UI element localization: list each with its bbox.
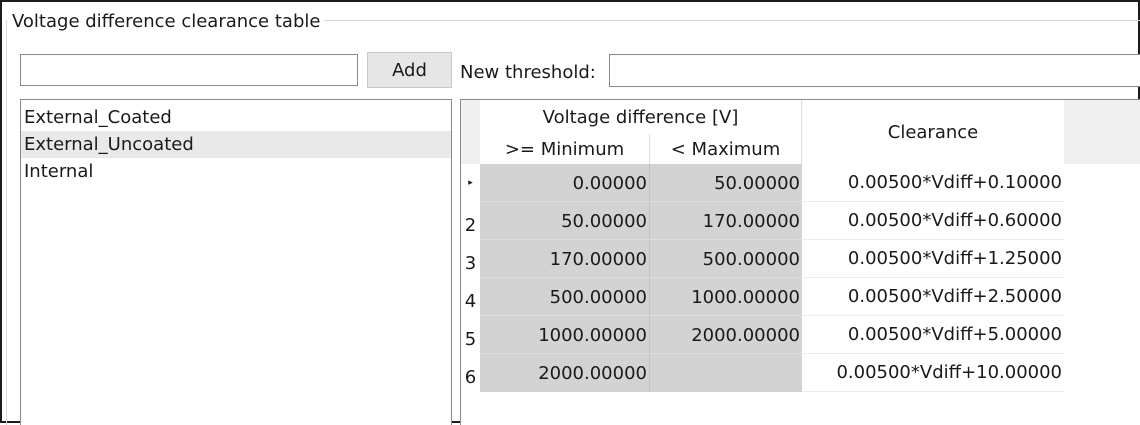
maximum-cell[interactable]: 2000.00000: [650, 316, 802, 354]
current-row-arrow-icon[interactable]: ▸: [461, 164, 480, 202]
clearance-cell[interactable]: 0.00500*Vdiff+10.00000: [802, 354, 1064, 392]
new-threshold-input[interactable]: [609, 54, 1140, 87]
clearance-grid[interactable]: Voltage difference [V] >= Minimum < Maxi…: [460, 99, 1140, 425]
clearance-cell[interactable]: 0.00500*Vdiff+0.60000: [802, 202, 1064, 240]
table-row[interactable]: 3 170.00000 500.00000 0.00500*Vdiff+1.25…: [461, 240, 1064, 278]
table-row[interactable]: 5 1000.00000 2000.00000 0.00500*Vdiff+5.…: [461, 316, 1064, 354]
maximum-cell[interactable]: 500.00000: [650, 240, 802, 278]
row-header[interactable]: 5: [461, 316, 480, 354]
new-category-input[interactable]: [20, 54, 358, 86]
grid-corner-header: [461, 100, 480, 164]
group-border-left: [6, 20, 7, 425]
clearance-cell[interactable]: 0.00500*Vdiff+5.00000: [802, 316, 1064, 354]
add-button[interactable]: Add: [367, 52, 452, 88]
column-header-maximum[interactable]: < Maximum: [650, 134, 802, 164]
column-header-minimum[interactable]: >= Minimum: [480, 134, 650, 164]
new-threshold-label: New threshold:: [460, 62, 596, 83]
clearance-cell[interactable]: 0.00500*Vdiff+2.50000: [802, 278, 1064, 316]
voltage-clearance-panel: Voltage difference clearance table Add N…: [0, 0, 1140, 425]
minimum-cell[interactable]: 50.00000: [480, 202, 650, 240]
row-header[interactable]: 6: [461, 354, 480, 392]
minimum-cell[interactable]: 1000.00000: [480, 316, 650, 354]
column-group-header-voltage: Voltage difference [V]: [480, 100, 802, 134]
minimum-cell[interactable]: 2000.00000: [480, 354, 650, 392]
minimum-cell[interactable]: 170.00000: [480, 240, 650, 278]
group-border-top: [320, 20, 1140, 21]
table-row[interactable]: ▸ 0.00000 50.00000 0.00500*Vdiff+0.10000: [461, 164, 1064, 202]
maximum-cell[interactable]: 50.00000: [650, 164, 802, 202]
row-header[interactable]: 4: [461, 278, 480, 316]
maximum-cell[interactable]: 1000.00000: [650, 278, 802, 316]
group-title: Voltage difference clearance table: [12, 11, 325, 32]
minimum-cell[interactable]: 0.00000: [480, 164, 650, 202]
table-row[interactable]: 2 50.00000 170.00000 0.00500*Vdiff+0.600…: [461, 202, 1064, 240]
maximum-cell[interactable]: 170.00000: [650, 202, 802, 240]
clearance-cell[interactable]: 0.00500*Vdiff+0.10000: [802, 164, 1064, 202]
list-item-internal[interactable]: Internal: [21, 158, 451, 185]
maximum-cell[interactable]: [650, 354, 802, 392]
table-row[interactable]: 4 500.00000 1000.00000 0.00500*Vdiff+2.5…: [461, 278, 1064, 316]
list-item-external-uncoated[interactable]: External_Uncoated: [21, 131, 451, 158]
minimum-cell[interactable]: 500.00000: [480, 278, 650, 316]
table-row[interactable]: 6 2000.00000 0.00500*Vdiff+10.00000: [461, 354, 1064, 392]
category-list[interactable]: External_Coated External_Uncoated Intern…: [20, 99, 452, 425]
row-header[interactable]: 3: [461, 240, 480, 278]
clearance-cell[interactable]: 0.00500*Vdiff+1.25000: [802, 240, 1064, 278]
grid-header-filler: [1064, 100, 1140, 164]
row-header[interactable]: 2: [461, 202, 480, 240]
list-item-external-coated[interactable]: External_Coated: [21, 104, 451, 131]
column-header-clearance[interactable]: Clearance: [802, 100, 1064, 164]
